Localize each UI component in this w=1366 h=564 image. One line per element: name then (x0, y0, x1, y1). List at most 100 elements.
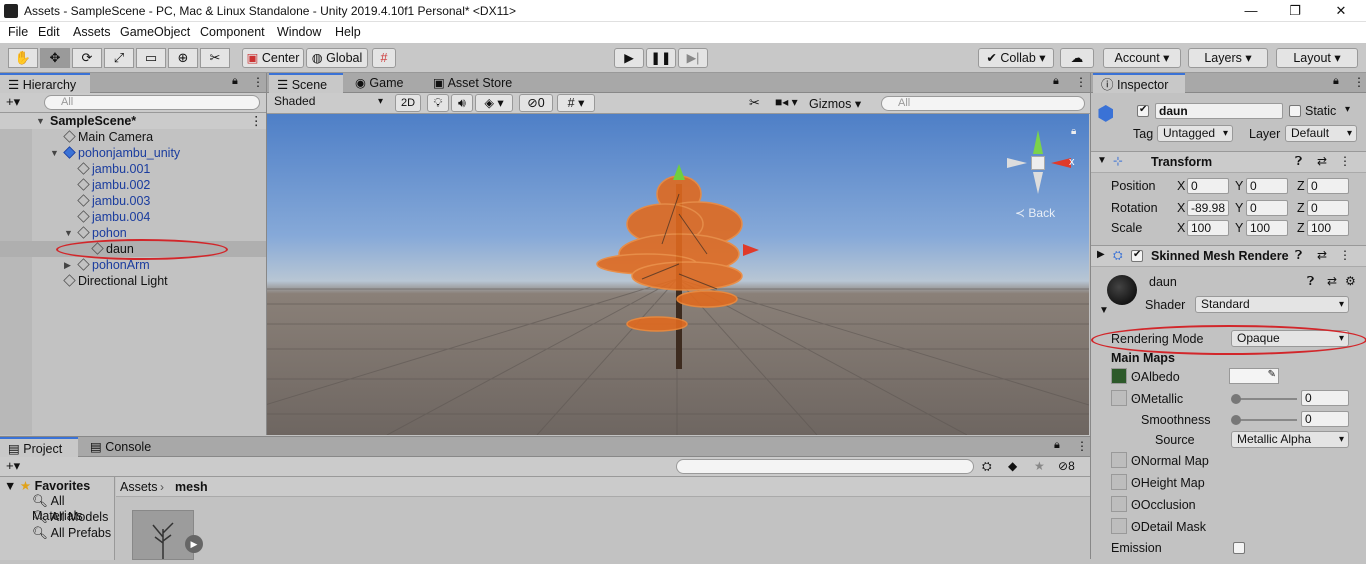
close-icon[interactable]: ✕ (1318, 2, 1364, 20)
filter-type-icon[interactable]: ⛭ (982, 459, 992, 474)
preset-icon[interactable]: ⇄ (1317, 154, 1327, 168)
slider-thumb[interactable] (1231, 415, 1241, 425)
hidden-objects-button[interactable]: ⊘0 (519, 94, 553, 112)
occlusion-label[interactable]: ʘOcclusion (1131, 498, 1196, 512)
emission-checkbox[interactable] (1233, 542, 1245, 554)
effects-icon[interactable]: ◈ ▾ (475, 94, 513, 112)
global-button[interactable]: ◍ Global (306, 48, 368, 68)
metallic-value-field[interactable]: 0 (1301, 390, 1349, 406)
material-collapse-icon[interactable]: ▼ (1099, 305, 1109, 316)
asset-thumbnail[interactable]: ▶ (132, 510, 203, 560)
active-checkbox[interactable]: ✔ (1137, 104, 1149, 117)
project-search-input[interactable] (676, 459, 974, 474)
eyedropper-icon[interactable]: ✎ (1268, 369, 1276, 380)
hierarchy-item-jambu002[interactable]: jambu.002 (0, 177, 266, 193)
expand-icon[interactable]: ▶ (1097, 249, 1105, 260)
gizmo-center[interactable] (1031, 156, 1045, 170)
favorites-header[interactable]: ▼ ★ Favorites (4, 478, 90, 493)
scale-tool-icon[interactable]: ⤢ (104, 48, 134, 68)
account-dropdown[interactable]: Account ▾ (1103, 48, 1181, 68)
help-icon[interactable]: ❓︎ (1295, 154, 1302, 169)
snap-icon[interactable]: # (372, 48, 396, 68)
slider-thumb[interactable] (1231, 394, 1241, 404)
more-icon[interactable]: ⋮ (1075, 75, 1087, 89)
tab-scene[interactable]: ☰ Scene (269, 73, 343, 93)
hierarchy-item-directional-light[interactable]: Directional Light (0, 273, 266, 289)
occlusion-slot[interactable] (1111, 496, 1127, 512)
restore-icon[interactable]: ❐ (1272, 2, 1318, 20)
scene-search-input[interactable]: All (881, 96, 1085, 111)
lock-icon[interactable]: 🔒︎ (1054, 439, 1060, 452)
filter-label-icon[interactable]: ◆ (1008, 459, 1017, 473)
camera-icon[interactable]: ■◂ ▾ (775, 95, 798, 109)
hierarchy-item-jambu001[interactable]: jambu.001 (0, 161, 266, 177)
audio-icon[interactable]: 🔊︎ (451, 94, 473, 112)
rotation-x-field[interactable]: -89.98 (1187, 200, 1229, 216)
scene-row[interactable]: ▼ SampleScene* ⋮ (0, 113, 266, 129)
hierarchy-item-jambu004[interactable]: jambu.004 (0, 209, 266, 225)
albedo-color-field[interactable]: ✎ (1229, 368, 1279, 384)
renderer-enabled-checkbox[interactable]: ✔ (1131, 249, 1143, 262)
metallic-slider[interactable] (1231, 394, 1297, 404)
pause-icon[interactable]: ❚❚ (646, 48, 676, 68)
rect-tool-icon[interactable]: ▭ (136, 48, 166, 68)
metallic-texture-slot[interactable] (1111, 390, 1127, 406)
metallic-label[interactable]: ʘMetallic (1131, 392, 1183, 406)
collab-button[interactable]: ✔ Collab ▾ (978, 48, 1054, 68)
cloud-icon[interactable]: ☁ (1060, 48, 1094, 68)
source-dropdown[interactable]: Metallic Alpha (1231, 431, 1349, 448)
orientation-gizmo[interactable]: x 🔒︎ (1007, 126, 1077, 206)
more-icon[interactable]: ⋮ (252, 75, 264, 89)
layer-dropdown[interactable]: Default (1285, 125, 1357, 142)
fav-all-models[interactable]: 🔍︎ All Models (32, 510, 108, 525)
gizmo-x-axis[interactable] (1051, 158, 1071, 168)
rotate-tool-icon[interactable]: ⟳ (72, 48, 102, 68)
tab-asset-store[interactable]: ▣ Asset Store (425, 73, 525, 93)
static-dropdown-icon[interactable]: ▾ (1345, 104, 1350, 115)
menu-edit[interactable]: Edit (38, 25, 60, 39)
menu-file[interactable]: File (8, 25, 28, 39)
collapse-icon[interactable]: ▼ (1097, 155, 1107, 166)
menu-component[interactable]: Component (200, 25, 265, 39)
preset-icon[interactable]: ⇄ (1327, 274, 1337, 288)
scene-view[interactable]: x 🔒︎ ≺ Back (267, 114, 1089, 435)
transform-tool-icon[interactable]: ⊕ (168, 48, 198, 68)
back-view-label[interactable]: ≺ Back (1015, 206, 1055, 220)
lock-icon[interactable]: 🔒︎ (232, 75, 238, 88)
2d-toggle[interactable]: 2D (395, 94, 421, 112)
more-icon[interactable]: ⋮ (1353, 75, 1365, 89)
settings-gear-icon[interactable]: ⚙ (1345, 274, 1356, 288)
rotation-z-field[interactable]: 0 (1307, 200, 1349, 216)
scale-y-field[interactable]: 100 (1246, 220, 1288, 236)
layout-dropdown[interactable]: Layout ▾ (1276, 48, 1358, 68)
height-map-label[interactable]: ʘHeight Map (1131, 476, 1205, 490)
gizmo-lock-icon[interactable]: 🔒︎ (1071, 126, 1076, 137)
hierarchy-item-jambu003[interactable]: jambu.003 (0, 193, 266, 209)
custom-tool-icon[interactable]: ✂ (200, 48, 230, 68)
scene-menu-icon[interactable]: ⋮ (250, 113, 263, 129)
height-map-slot[interactable] (1111, 474, 1127, 490)
tab-project[interactable]: ▤ Project (0, 437, 78, 457)
normal-map-label[interactable]: ʘNormal Map (1131, 454, 1209, 468)
more-icon[interactable]: ⋮ (1076, 439, 1088, 453)
play-icon[interactable]: ▶ (614, 48, 644, 68)
gizmo-y-axis[interactable] (1033, 130, 1043, 154)
menu-assets[interactable]: Assets (73, 25, 111, 39)
component-menu-icon[interactable]: ⋮ (1339, 248, 1351, 262)
rotation-y-field[interactable]: 0 (1246, 200, 1288, 216)
tab-game[interactable]: ◉ Game (347, 73, 421, 93)
normal-map-slot[interactable] (1111, 452, 1127, 468)
albedo-label[interactable]: ʘAlbedo (1131, 370, 1180, 384)
hierarchy-item-pohonjambu[interactable]: ▼ pohonjambu_unity (0, 145, 266, 161)
transform-header[interactable]: ▼ ⊹ Transform ❓︎ ⇄ ⋮ (1091, 151, 1366, 173)
grid-icon[interactable]: # ▾ (557, 94, 595, 112)
lock-icon[interactable]: 🔒︎ (1053, 75, 1059, 88)
breadcrumb-assets[interactable]: Assets (120, 480, 158, 494)
shader-dropdown[interactable]: Standard (1195, 296, 1349, 313)
hierarchy-search-input[interactable]: All (44, 95, 260, 110)
help-icon[interactable]: ❓︎ (1295, 248, 1302, 263)
tab-console[interactable]: ▤ Console (82, 437, 162, 457)
minimize-icon[interactable]: — (1228, 2, 1274, 20)
component-menu-icon[interactable]: ⋮ (1339, 154, 1351, 168)
gizmo-neg-y-axis[interactable] (1033, 172, 1043, 194)
